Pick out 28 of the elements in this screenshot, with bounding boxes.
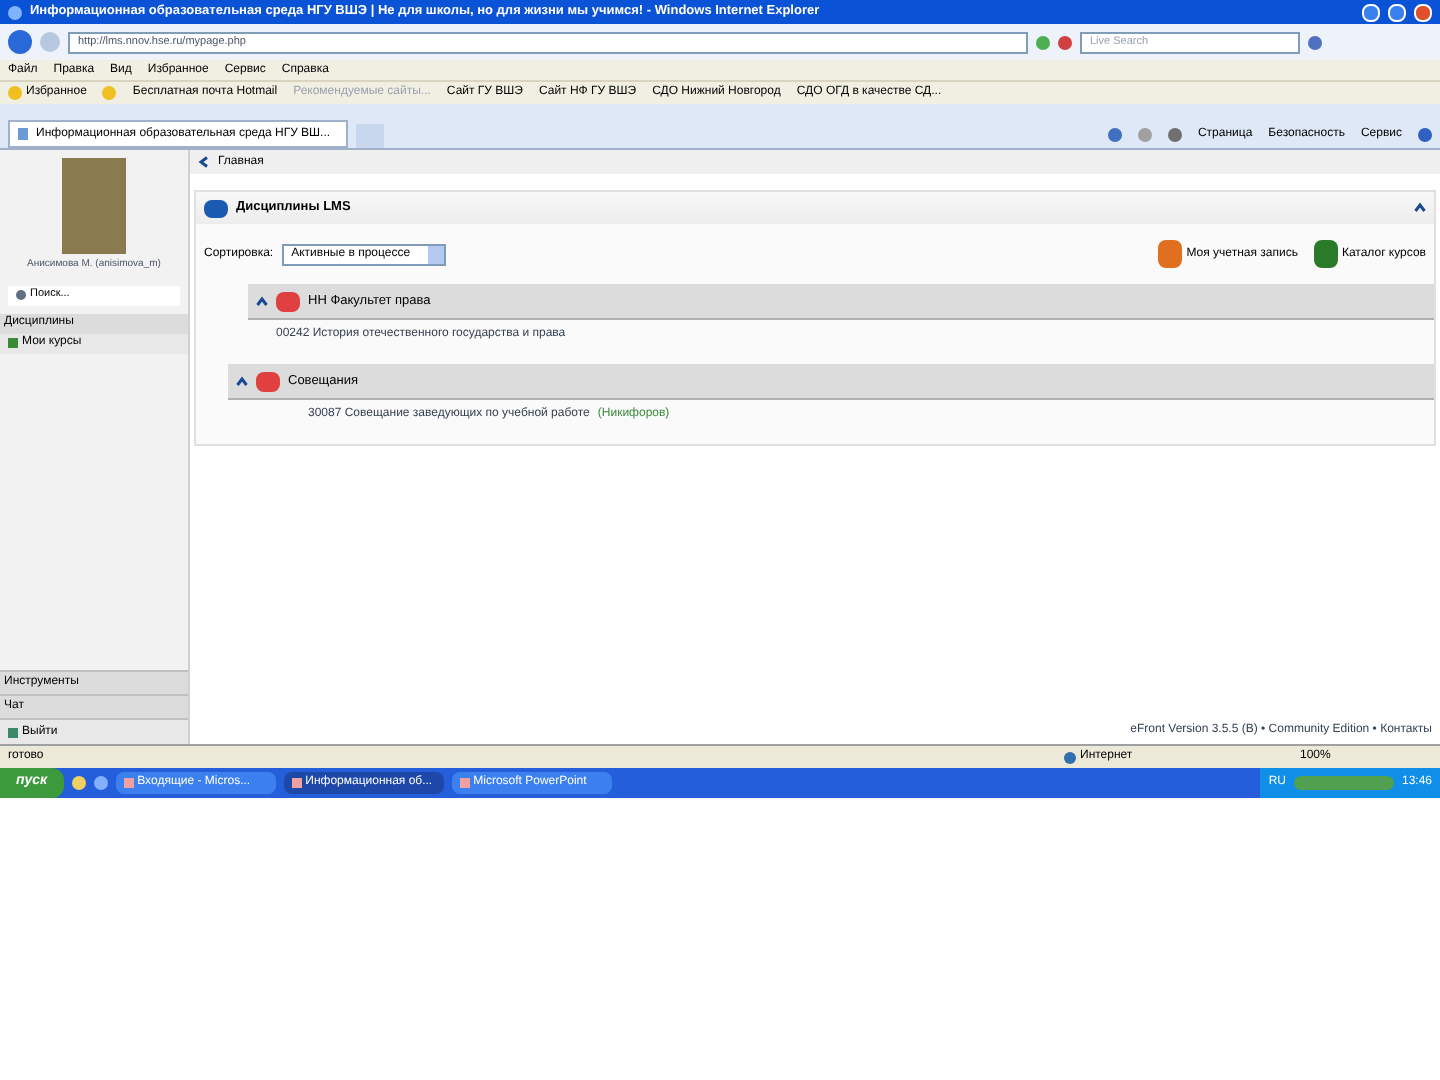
close-button[interactable]: [1414, 3, 1432, 21]
logout-icon: [8, 727, 18, 737]
refresh-icon: [1036, 35, 1050, 49]
user-icon: [1158, 240, 1183, 268]
collapse-icon[interactable]: [236, 375, 248, 387]
back-icon: [8, 30, 32, 54]
globe-icon: [1064, 751, 1076, 763]
minimize-button[interactable]: [1362, 3, 1380, 21]
help-icon: [1418, 127, 1432, 141]
page-icon: [18, 128, 28, 140]
quick-launch-icon: [71, 776, 86, 790]
search-icon: [1308, 35, 1322, 49]
courses-icon: [8, 338, 18, 348]
collapse-icon[interactable]: [1414, 202, 1426, 214]
collapse-icon[interactable]: [256, 295, 268, 307]
print-icon: [1167, 127, 1182, 141]
photo-placeholder: [62, 158, 126, 254]
maximize-button[interactable]: [1388, 3, 1406, 21]
app-icon: [123, 778, 134, 788]
home-icon: [1107, 127, 1122, 141]
app-icon: [291, 778, 302, 788]
tray-icons-drawing: [1293, 776, 1394, 790]
app-icon: [459, 778, 470, 788]
search-icon: [16, 290, 26, 300]
forward-icon: [40, 32, 60, 52]
stop-icon: [1058, 35, 1072, 49]
feeds-icon: [1137, 127, 1152, 141]
catalog-icon: [1313, 240, 1338, 268]
